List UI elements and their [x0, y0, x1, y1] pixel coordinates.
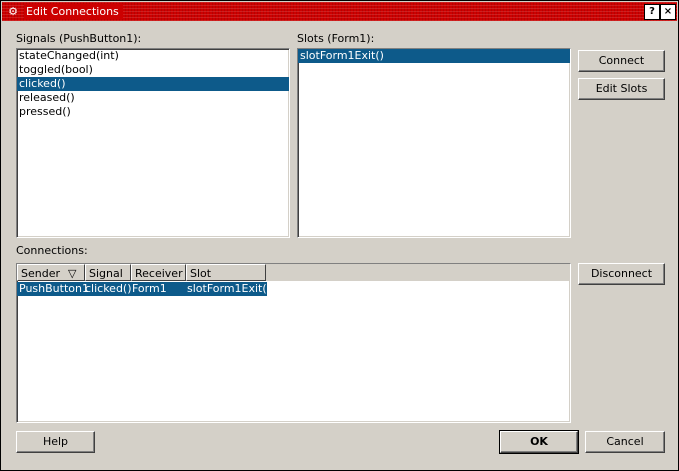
- cell-sender: PushButton1: [19, 282, 89, 295]
- signals-label: Signals (PushButton1):: [16, 32, 142, 45]
- slot-list-item[interactable]: slotForm1Exit(): [298, 49, 570, 63]
- cancel-button[interactable]: Cancel: [585, 431, 665, 453]
- window-title: Edit Connections: [24, 4, 123, 19]
- header-filler: [266, 264, 570, 281]
- table-row[interactable]: PushButton1 clicked() Form1 slotForm1Exi…: [17, 282, 271, 296]
- column-header-receiver[interactable]: Receiver: [131, 264, 186, 281]
- title-bar[interactable]: ⚙ Edit Connections ? ×: [2, 2, 677, 21]
- edit-slots-button[interactable]: Edit Slots: [578, 78, 665, 100]
- disconnect-button[interactable]: Disconnect: [578, 263, 665, 285]
- connections-label: Connections:: [16, 244, 88, 257]
- signal-list-item[interactable]: clicked(): [17, 77, 289, 91]
- signals-list[interactable]: stateChanged(int) toggled(bool) clicked() r…: [16, 48, 290, 238]
- cell-receiver: Form1: [132, 282, 167, 295]
- cell-slot: slotForm1Exit(): [187, 282, 271, 295]
- signal-list-item[interactable]: pressed(): [17, 105, 289, 119]
- ok-button[interactable]: OK: [499, 430, 579, 454]
- signal-list-item[interactable]: stateChanged(int): [17, 49, 289, 63]
- sort-descending-icon: ▽: [68, 267, 77, 280]
- column-header-sender-label: Sender: [21, 267, 60, 280]
- connect-button[interactable]: Connect: [578, 50, 665, 72]
- column-header-slot[interactable]: Slot: [186, 264, 266, 281]
- column-header-sender[interactable]: Sender ▽: [17, 264, 85, 281]
- help-button[interactable]: Help: [16, 431, 95, 453]
- cell-signal: clicked(): [85, 282, 132, 295]
- close-icon[interactable]: ×: [660, 4, 676, 20]
- app-icon: ⚙: [8, 5, 18, 18]
- column-header-signal[interactable]: Signal: [85, 264, 131, 281]
- connections-table[interactable]: Sender ▽ Signal Receiver Slot PushButton…: [16, 263, 571, 423]
- slots-label: Slots (Form1):: [297, 32, 375, 45]
- edit-connections-dialog: ⚙ Edit Connections ? × Signals (PushButt…: [0, 0, 679, 471]
- help-title-button[interactable]: ?: [644, 4, 660, 20]
- signal-list-item[interactable]: released(): [17, 91, 289, 105]
- signal-list-item[interactable]: toggled(bool): [17, 63, 289, 77]
- slots-list[interactable]: slotForm1Exit(): [297, 48, 571, 238]
